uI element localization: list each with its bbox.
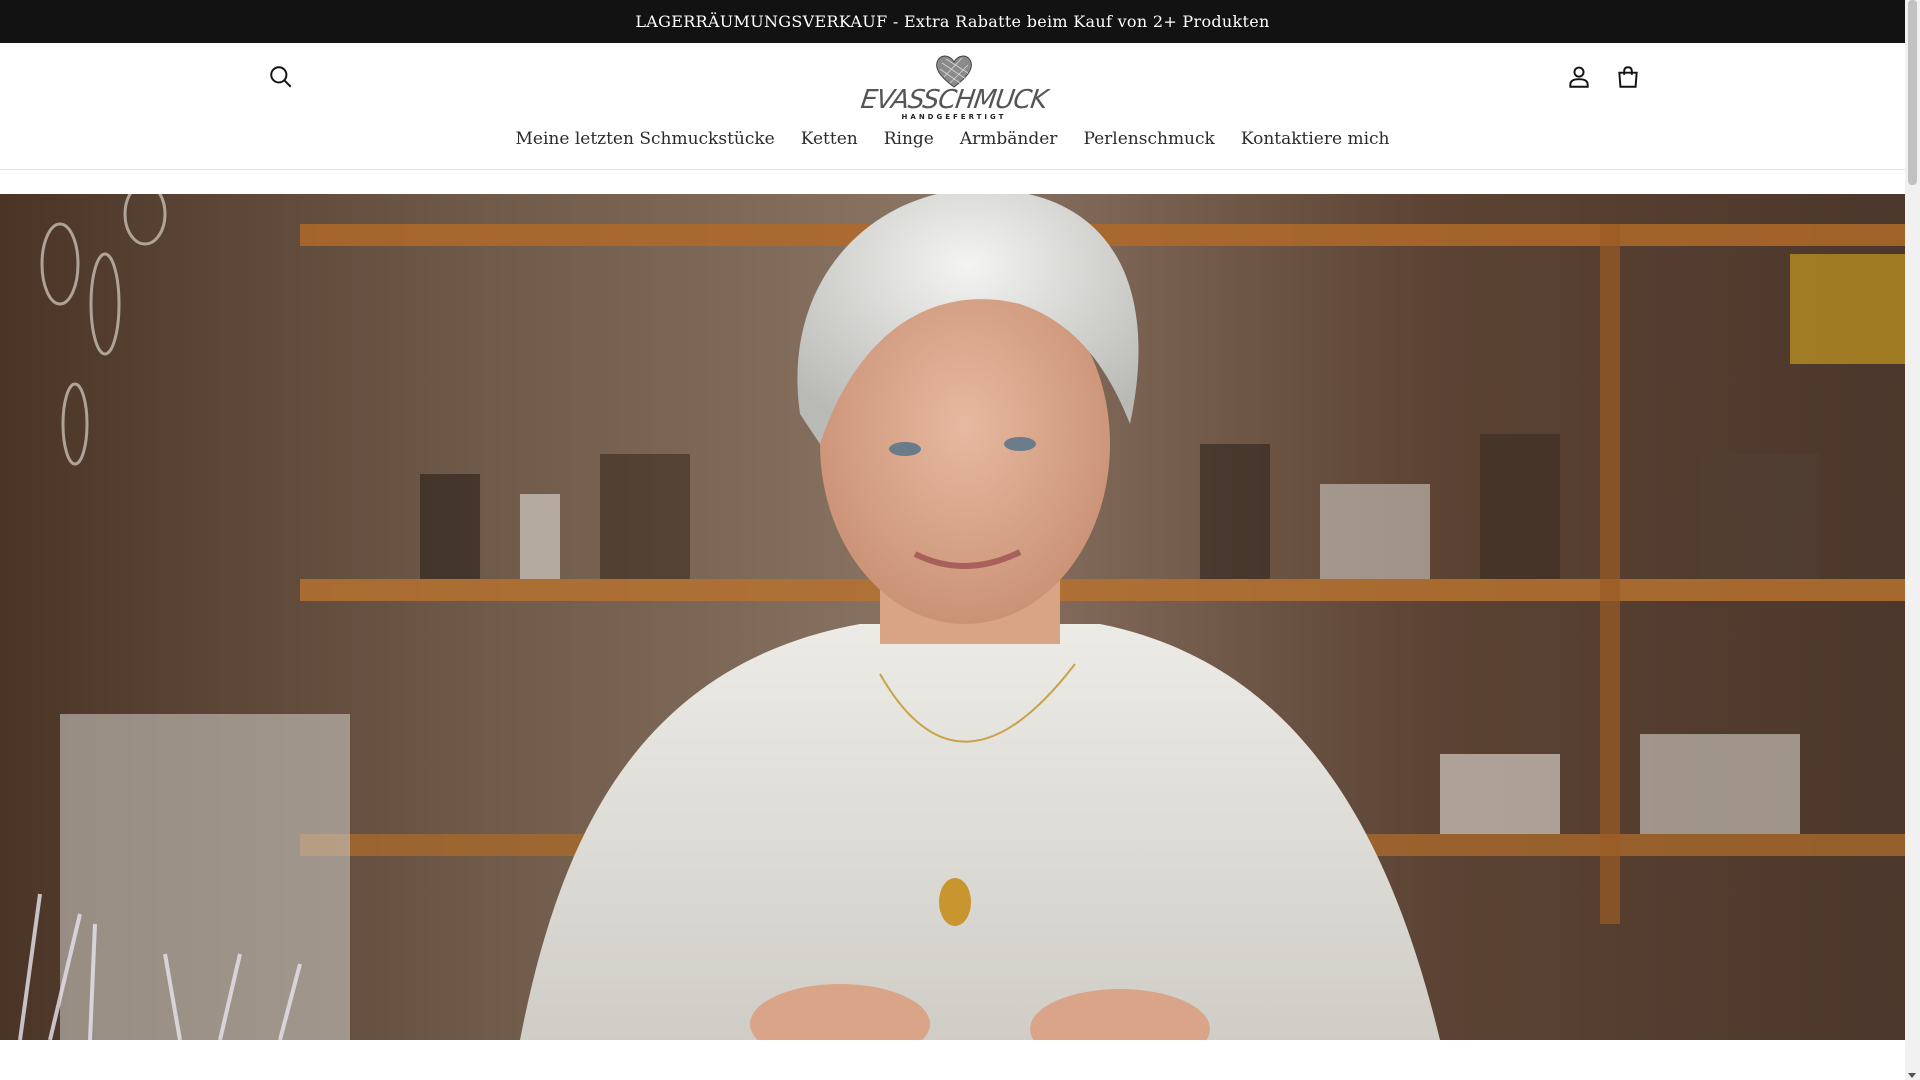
cart-button[interactable] <box>1610 59 1646 95</box>
page-scrollbar[interactable] <box>1905 0 1920 1080</box>
announcement-text: LAGERRÄUMUNGSVERKAUF - Extra Rabatte bei… <box>635 12 1270 31</box>
nav-item-armbaender[interactable]: Armbänder <box>947 129 1071 149</box>
hero-banner <box>0 194 1905 1040</box>
nav-item-kontakt[interactable]: Kontaktiere mich <box>1228 129 1403 149</box>
search-button[interactable] <box>263 59 299 95</box>
heart-logo-icon <box>936 55 972 88</box>
site-logo[interactable]: EVASSCHMUCK HANDGEFERTIGT <box>859 53 1049 125</box>
account-icon <box>1569 66 1589 88</box>
site-header: EVASSCHMUCK HANDGEFERTIGT Meine letzten … <box>0 43 1905 170</box>
cart-icon <box>1618 66 1638 88</box>
nav-item-letzte-schmuckstuecke[interactable]: Meine letzten Schmuckstücke <box>503 129 788 149</box>
nav-item-perlenschmuck[interactable]: Perlenschmuck <box>1070 129 1227 149</box>
scrollbar-thumb[interactable] <box>1908 0 1917 185</box>
account-button[interactable] <box>1561 59 1597 95</box>
scroll-down-arrow-icon[interactable] <box>1908 1073 1916 1078</box>
main-navigation: Meine letzten Schmuckstücke Ketten Ringe… <box>0 119 1905 159</box>
search-icon <box>270 66 292 88</box>
logo-wordmark: EVASSCHMUCK <box>859 85 1049 115</box>
nav-item-ketten[interactable]: Ketten <box>788 129 871 149</box>
hero-image <box>0 194 1905 1040</box>
nav-item-ringe[interactable]: Ringe <box>871 129 947 149</box>
announcement-bar: LAGERRÄUMUNGSVERKAUF - Extra Rabatte bei… <box>0 0 1905 43</box>
